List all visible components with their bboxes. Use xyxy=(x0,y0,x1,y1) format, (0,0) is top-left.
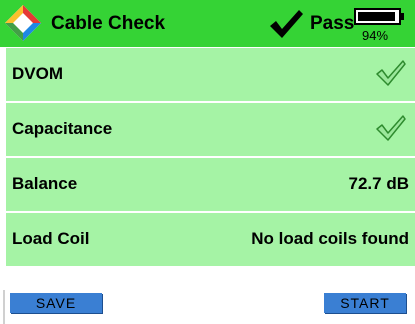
status-text: Pass xyxy=(310,13,355,34)
battery-terminal xyxy=(401,13,404,20)
header-bar: Cable Check Pass 94% xyxy=(0,0,415,47)
result-row-dvom: DVOM xyxy=(6,48,415,103)
battery-icon xyxy=(354,8,401,25)
battery-level-fill xyxy=(358,12,395,21)
start-button[interactable]: START xyxy=(324,293,406,313)
results-list: DVOM Capacitance Balance 72.7 dB Load Co… xyxy=(6,48,415,268)
app-logo-icon xyxy=(5,5,41,41)
battery-percent: 94% xyxy=(362,28,389,43)
result-row-balance: Balance 72.7 dB xyxy=(6,158,415,213)
result-row-capacitance: Capacitance xyxy=(6,103,415,158)
result-label: Balance xyxy=(12,174,78,193)
save-button[interactable]: SAVE xyxy=(10,293,102,313)
page-title: Cable Check xyxy=(51,13,166,34)
pass-check-icon xyxy=(376,115,406,141)
result-value: 72.7 dB xyxy=(348,174,409,193)
pass-check-icon xyxy=(376,60,406,86)
result-label: DVOM xyxy=(12,64,63,83)
result-value: No load coils found xyxy=(251,229,409,248)
divider xyxy=(3,290,5,324)
result-label: Capacitance xyxy=(12,119,113,138)
pass-check-icon xyxy=(270,10,303,38)
result-row-load-coil: Load Coil No load coils found xyxy=(6,213,415,268)
result-label: Load Coil xyxy=(12,229,90,248)
